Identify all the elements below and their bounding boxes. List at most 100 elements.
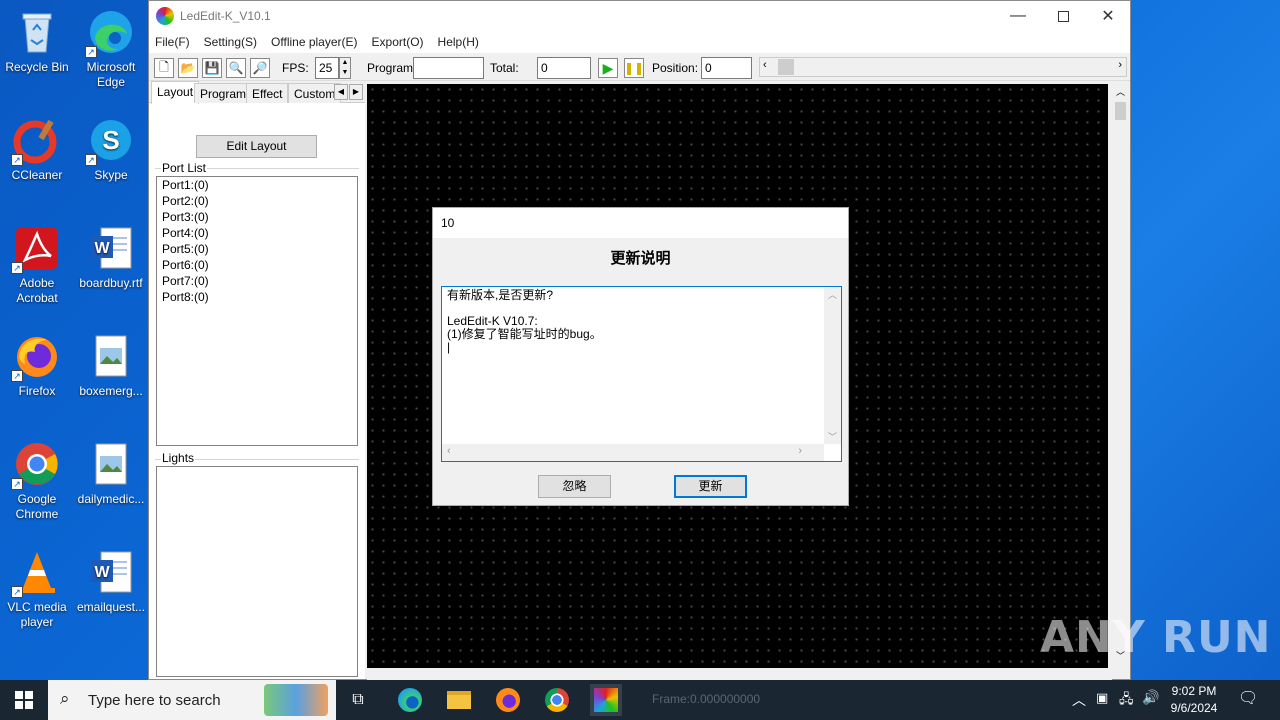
program-label: Program: bbox=[367, 61, 417, 75]
port-list[interactable]: Port1:(0) Port2:(0) Port3:(0) Port4:(0) … bbox=[156, 176, 358, 446]
fps-input[interactable] bbox=[315, 57, 339, 79]
list-item[interactable]: Port6:(0) bbox=[157, 257, 357, 273]
scroll-thumb[interactable] bbox=[1115, 102, 1126, 120]
zoom-in-button[interactable]: 🔍 bbox=[226, 58, 246, 78]
tab-scroll-right-button[interactable]: ▶ bbox=[349, 84, 363, 100]
desktop-icon-label: Adobe Acrobat bbox=[16, 276, 58, 305]
taskbar-edge[interactable] bbox=[394, 684, 426, 716]
desktop-icon-vlc[interactable]: ↗ VLC media player bbox=[1, 548, 73, 630]
firefox-icon bbox=[496, 688, 520, 712]
chevron-up-icon[interactable]: ︿ bbox=[828, 288, 837, 301]
edit-layout-button[interactable]: Edit Layout bbox=[196, 135, 317, 158]
desktop-icon-ccleaner[interactable]: ↗ CCleaner bbox=[1, 116, 73, 183]
desktop-icon-emailquest[interactable]: W emailquest... bbox=[75, 548, 147, 615]
desktop-icon-label: emailquest... bbox=[76, 600, 146, 614]
desktop-icon-dailymedic[interactable]: dailymedic... bbox=[75, 440, 147, 507]
timeline-scrollbar[interactable]: ‹ › bbox=[759, 57, 1127, 77]
desktop-icon-label: Google Chrome bbox=[15, 492, 59, 521]
chevron-left-icon[interactable]: ‹ bbox=[763, 59, 767, 71]
taskbar-firefox[interactable] bbox=[492, 684, 524, 716]
svg-text:S: S bbox=[102, 125, 119, 155]
list-item[interactable]: Port8:(0) bbox=[157, 289, 357, 305]
search-highlight-icon bbox=[264, 684, 328, 716]
taskbar-file-explorer[interactable] bbox=[443, 684, 475, 716]
list-item[interactable]: Port7:(0) bbox=[157, 273, 357, 289]
desktop-icon-recycle-bin[interactable]: Recycle Bin bbox=[1, 8, 73, 75]
canvas-vertical-scrollbar[interactable]: ︿ ﹀ bbox=[1112, 84, 1129, 668]
chevron-up-icon[interactable]: ︿ bbox=[1072, 690, 1086, 710]
task-view-icon: ⧉ bbox=[352, 691, 364, 708]
volume-icon[interactable]: 🔊 bbox=[1142, 689, 1159, 706]
textbox-horizontal-scrollbar[interactable]: ‹ › bbox=[442, 444, 824, 461]
clock[interactable]: 9:02 PM 9/6/2024 bbox=[1165, 684, 1223, 715]
lights-list[interactable] bbox=[156, 466, 358, 677]
chevron-right-icon[interactable]: › bbox=[1118, 59, 1122, 71]
chevron-down-icon[interactable]: ﹀ bbox=[828, 430, 837, 443]
notification-icon[interactable]: 🗨 bbox=[1238, 688, 1258, 708]
desktop-icon-adobe-acrobat[interactable]: ↗ Adobe Acrobat bbox=[1, 224, 73, 306]
open-file-button[interactable]: 📂 bbox=[178, 58, 198, 78]
list-item[interactable]: Port5:(0) bbox=[157, 241, 357, 257]
anyrun-watermark: ANY RUN bbox=[1040, 612, 1272, 663]
update-notes-textbox[interactable]: 有新版本,是否更新? LedEdit-K V10.7: (1)修复了智能写址时的… bbox=[441, 286, 842, 462]
program-input[interactable] bbox=[413, 57, 484, 79]
desktop-icon-boxemerg[interactable]: boxemerg... bbox=[75, 332, 147, 399]
menu-setting[interactable]: Setting(S) bbox=[204, 35, 257, 49]
desktop-icon-label: VLC media player bbox=[7, 600, 67, 629]
ignore-button[interactable]: 忽略 bbox=[538, 475, 611, 498]
taskbar-search-box[interactable]: ⌕ Type here to search bbox=[48, 680, 336, 720]
close-button[interactable]: ✕ bbox=[1085, 1, 1131, 31]
desktop-icon-boardbuy[interactable]: W boardbuy.rtf bbox=[75, 224, 147, 291]
total-label: Total: bbox=[490, 61, 519, 75]
maximize-button[interactable] bbox=[1040, 1, 1086, 31]
menu-export[interactable]: Export(O) bbox=[372, 35, 424, 49]
update-dialog: 10 更新说明 有新版本,是否更新? LedEdit-K V10.7: (1)修… bbox=[432, 207, 849, 506]
menu-help[interactable]: Help(H) bbox=[438, 35, 479, 49]
tab-effect[interactable]: Effect bbox=[246, 83, 289, 103]
minimize-button[interactable]: — bbox=[995, 1, 1041, 31]
fps-spinner[interactable]: ▲ ▼ bbox=[339, 57, 351, 79]
tab-scroll-left-button[interactable]: ◀ bbox=[334, 84, 348, 100]
svg-text:W: W bbox=[94, 240, 110, 257]
desktop-icon-label: dailymedic... bbox=[77, 492, 145, 506]
textbox-vertical-scrollbar[interactable]: ︿ ﹀ bbox=[824, 287, 841, 444]
desktop-icon-label: CCleaner bbox=[11, 168, 63, 182]
list-item[interactable]: Port1:(0) bbox=[157, 177, 357, 193]
desktop-icon-google-chrome[interactable]: ↗ Google Chrome bbox=[1, 440, 73, 522]
tab-layout[interactable]: Layout bbox=[151, 81, 200, 104]
taskbar-chrome[interactable] bbox=[541, 684, 573, 716]
device-icon[interactable]: ▣ bbox=[1096, 690, 1108, 706]
word-document-icon: W bbox=[87, 224, 135, 272]
start-button[interactable] bbox=[0, 680, 48, 720]
maximize-icon bbox=[1057, 10, 1069, 22]
dialog-title[interactable]: 10 bbox=[433, 208, 848, 238]
new-file-button[interactable]: 🗋 bbox=[154, 58, 174, 78]
total-input[interactable] bbox=[537, 57, 591, 79]
pause-button[interactable]: ❚❚ bbox=[624, 58, 644, 78]
window-titlebar[interactable]: LedEdit-K_V10.1 — ✕ bbox=[149, 1, 1130, 31]
minimize-icon: — bbox=[1010, 7, 1026, 24]
menu-file[interactable]: File(F) bbox=[155, 35, 190, 49]
menu-offline-player[interactable]: Offline player(E) bbox=[271, 35, 357, 49]
tab-program[interactable]: Program bbox=[194, 83, 253, 103]
chevron-right-icon[interactable]: › bbox=[798, 445, 802, 457]
zoom-out-button[interactable]: 🔎 bbox=[250, 58, 270, 78]
desktop-icon-skype[interactable]: S ↗ Skype bbox=[75, 116, 147, 183]
play-button[interactable]: ▶ bbox=[598, 58, 618, 78]
position-input[interactable] bbox=[701, 57, 752, 79]
chevron-left-icon[interactable]: ‹ bbox=[447, 445, 451, 457]
desktop-icon-microsoft-edge[interactable]: ↗ Microsoft Edge bbox=[75, 8, 147, 90]
list-item[interactable]: Port4:(0) bbox=[157, 225, 357, 241]
list-item[interactable]: Port3:(0) bbox=[157, 209, 357, 225]
network-icon[interactable]: 🖧 bbox=[1119, 690, 1134, 712]
update-button[interactable]: 更新 bbox=[674, 475, 747, 498]
skype-icon: S ↗ bbox=[85, 116, 135, 166]
save-button[interactable]: 💾 bbox=[202, 58, 222, 78]
desktop-icon-firefox[interactable]: ↗ Firefox bbox=[1, 332, 73, 399]
menubar: File(F) Setting(S) Offline player(E) Exp… bbox=[149, 31, 1130, 53]
taskbar-lededit[interactable] bbox=[590, 684, 622, 716]
scroll-thumb[interactable] bbox=[778, 59, 794, 75]
task-view-button[interactable]: ⧉ bbox=[342, 684, 374, 716]
list-item[interactable]: Port2:(0) bbox=[157, 193, 357, 209]
chevron-up-icon[interactable]: ︿ bbox=[1116, 85, 1125, 98]
